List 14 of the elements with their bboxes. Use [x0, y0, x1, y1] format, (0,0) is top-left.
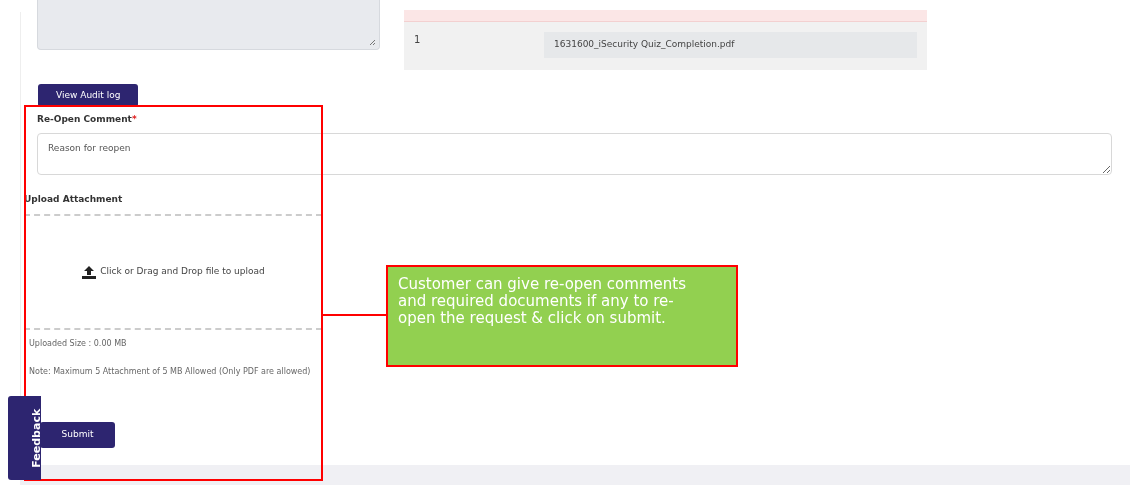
annotation-callout: Customer can give re-open comments and required documents if any to re-open the request & click on submit. [386, 265, 738, 367]
feedback-tab[interactable]: Feedback [8, 396, 41, 480]
uploaded-size-text: Uploaded Size : 0.00 MB [29, 338, 127, 350]
upload-icon [82, 265, 97, 279]
required-asterisk: * [131, 114, 137, 124]
table-cell-text: 1 [414, 33, 422, 47]
dropzone-text: Click or Drag and Drop file to upload [100, 265, 265, 279]
file-name-cell: 1631600_iSecurity Quiz_Completion.pdf [544, 32, 917, 58]
submit-button[interactable]: Submit [40, 422, 115, 448]
upload-dropzone[interactable]: Click or Drag and Drop file to upload [24, 214, 322, 330]
reopen-comment-field[interactable]: Reason for reopen [37, 132, 1112, 175]
leader-line [322, 314, 388, 316]
note-text: Note: Maximum 5 Attachment of 5 MB Allowed (Only PDF are allowed) [29, 366, 311, 378]
field-label: Re-Open Comment [37, 114, 132, 124]
